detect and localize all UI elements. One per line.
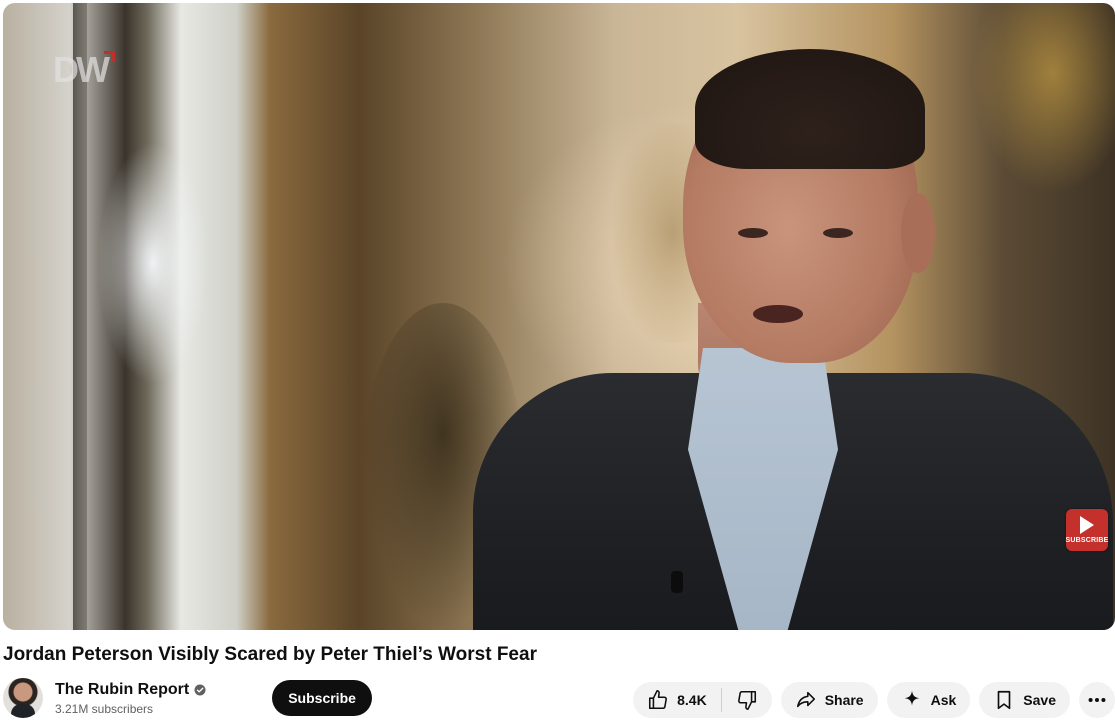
- subscribe-button[interactable]: Subscribe: [272, 680, 372, 716]
- subscribe-watermark-button[interactable]: SUBSCRIBE: [1065, 509, 1109, 551]
- dw-watermark-logo: DW: [53, 49, 115, 91]
- video-frame-speaker: [433, 43, 1113, 630]
- like-dislike-group: 8.4K: [633, 682, 772, 718]
- lapel-microphone: [671, 571, 683, 593]
- channel-name-row: The Rubin Report: [55, 681, 206, 699]
- channel-info: The Rubin Report 3.21M subscribers: [55, 681, 206, 716]
- speaker-hair: [695, 49, 925, 169]
- thumbs-down-icon: [737, 690, 756, 710]
- save-label: Save: [1023, 692, 1056, 708]
- speaker-ear: [901, 193, 935, 273]
- share-seg: Share: [781, 682, 878, 718]
- dw-logo-text: DW: [53, 49, 110, 90]
- save-seg: Save: [979, 682, 1070, 718]
- video-player[interactable]: DW SUBSCRIBE: [3, 3, 1115, 630]
- video-actions: 8.4K Share Ask Save: [633, 682, 1115, 718]
- thumbs-up-icon: [649, 690, 668, 710]
- channel-owner-row: The Rubin Report 3.21M subscribers Subsc…: [3, 677, 372, 719]
- dislike-button[interactable]: [722, 682, 772, 718]
- like-count: 8.4K: [677, 692, 707, 708]
- share-button[interactable]: Share: [780, 682, 878, 718]
- more-horizontal-icon: [1088, 697, 1106, 703]
- ask-label: Ask: [930, 692, 957, 708]
- subscribe-watermark-label: SUBSCRIBE: [1065, 537, 1109, 544]
- channel-avatar[interactable]: [3, 678, 43, 718]
- window-frame: [73, 3, 87, 630]
- bookmark-icon: [997, 690, 1011, 710]
- share-label: Share: [824, 692, 864, 708]
- speaker-mouth: [753, 305, 803, 323]
- ask-button[interactable]: Ask: [886, 682, 971, 718]
- dw-logo-mark: [103, 51, 115, 62]
- ask-seg: Ask: [887, 682, 971, 718]
- speaker-eye: [738, 228, 768, 238]
- speaker-eye: [823, 228, 853, 238]
- video-title: Jordan Peterson Visibly Scared by Peter …: [3, 644, 537, 665]
- verified-check-icon: [194, 684, 206, 695]
- subscriber-count: 3.21M subscribers: [55, 701, 154, 716]
- sparkle-icon: [904, 690, 919, 706]
- save-button[interactable]: Save: [979, 682, 1070, 718]
- share-arrow-icon: [796, 691, 815, 708]
- more-actions-button[interactable]: [1079, 682, 1115, 718]
- channel-name[interactable]: The Rubin Report: [55, 681, 189, 699]
- like-button[interactable]: 8.4K: [633, 682, 721, 718]
- play-icon: [1080, 516, 1094, 534]
